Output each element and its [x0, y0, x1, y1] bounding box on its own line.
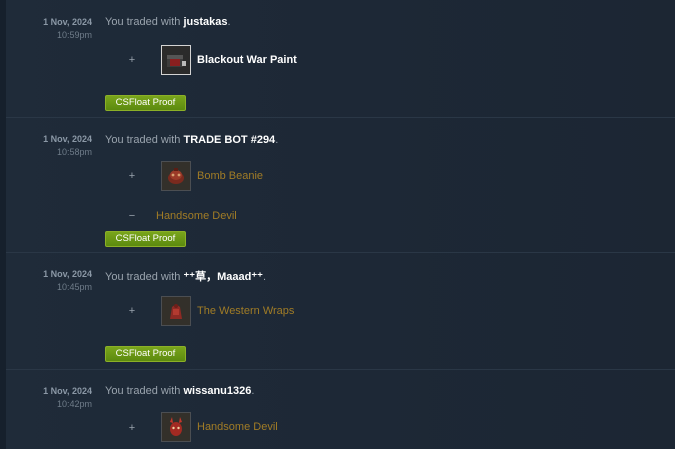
- trade-prefix: You traded with: [105, 271, 184, 283]
- trade-date: 1 Nov, 2024: [43, 269, 92, 279]
- trade-suffix: .: [262, 271, 267, 283]
- trade-date: 1 Nov, 2024: [43, 386, 92, 396]
- item-name[interactable]: Blackout War Paint: [197, 54, 297, 66]
- trade-row: 1 Nov, 2024 10:59pm You traded with just…: [6, 0, 675, 118]
- bomb-beanie-icon[interactable]: [161, 161, 191, 191]
- item-received-sign: +: [128, 54, 136, 66]
- item-given-sign: −: [128, 210, 136, 222]
- trade-row: 1 Nov, 2024 10:45pm You traded with ⁺⁺草，…: [6, 253, 675, 370]
- trade-time: 10:59pm: [56, 30, 92, 40]
- trade-description: You traded with TRADE BOT #294.: [105, 134, 278, 146]
- csfloat-proof-button[interactable]: CSFloat Proof: [105, 231, 186, 247]
- trade-prefix: You traded with: [105, 16, 184, 28]
- trade-date: 1 Nov, 2024: [43, 17, 92, 27]
- trade-time: 10:45pm: [56, 282, 92, 292]
- trade-row: 1 Nov, 2024 10:58pm You traded with TRAD…: [6, 118, 675, 253]
- item-name[interactable]: The Western Wraps: [197, 305, 294, 317]
- trade-suffix: .: [227, 16, 231, 28]
- trade-prefix: You traded with: [105, 385, 184, 397]
- trade-suffix: .: [275, 134, 279, 146]
- trade-partner-link[interactable]: justakas: [183, 16, 227, 28]
- trade-row: 1 Nov, 2024 10:42pm You traded with wiss…: [6, 370, 675, 449]
- item-received-sign: +: [128, 170, 136, 182]
- item-received-sign: +: [128, 305, 136, 317]
- trade-date: 1 Nov, 2024: [43, 134, 92, 144]
- item-name[interactable]: Handsome Devil: [197, 421, 278, 433]
- war-paint-icon[interactable]: [161, 45, 191, 75]
- csfloat-proof-button[interactable]: CSFloat Proof: [105, 346, 186, 362]
- trade-description: You traded with justakas.: [105, 16, 231, 28]
- trade-time: 10:42pm: [56, 399, 92, 409]
- trade-partner-link[interactable]: TRADE BOT #294: [183, 134, 275, 146]
- handsome-devil-icon[interactable]: [161, 412, 191, 442]
- item-name[interactable]: Bomb Beanie: [197, 170, 263, 182]
- western-wraps-icon[interactable]: [161, 296, 191, 326]
- trade-time: 10:58pm: [56, 147, 92, 157]
- trade-partner-link[interactable]: ⁺⁺草，Maaad⁺⁺: [183, 271, 262, 283]
- trade-prefix: You traded with: [105, 134, 184, 146]
- item-received-sign: +: [128, 422, 136, 434]
- trade-description: You traded with ⁺⁺草，Maaad⁺⁺.: [105, 268, 266, 284]
- trade-suffix: .: [251, 385, 255, 397]
- trade-partner-link[interactable]: wissanu1326: [183, 385, 251, 397]
- csfloat-proof-button[interactable]: CSFloat Proof: [105, 95, 186, 111]
- trade-description: You traded with wissanu1326.: [105, 385, 254, 397]
- item-name[interactable]: Handsome Devil: [156, 210, 237, 222]
